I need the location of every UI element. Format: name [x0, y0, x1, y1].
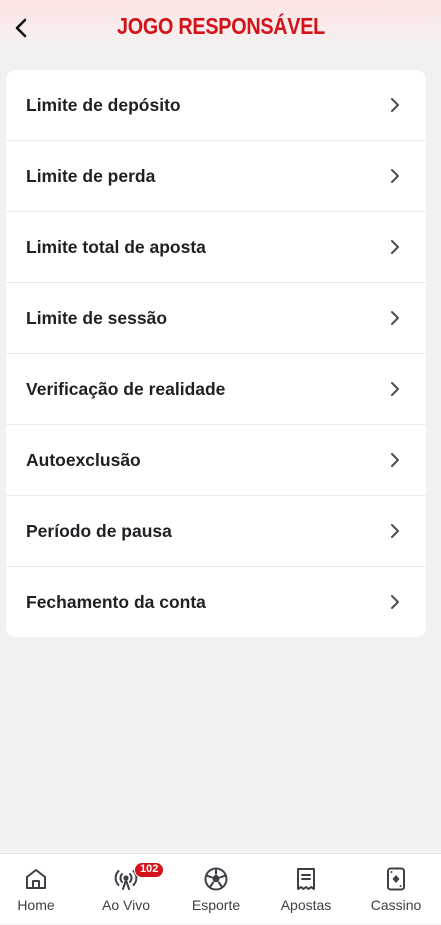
- menu-item-self-exclusion[interactable]: Autoexclusão: [6, 425, 426, 496]
- tab-label: Apostas: [280, 897, 332, 913]
- menu-item-deposit-limit[interactable]: Limite de depósito: [6, 70, 426, 141]
- tab-home[interactable]: Home: [0, 854, 80, 925]
- chevron-right-icon: [391, 382, 399, 396]
- tab-casino[interactable]: Cassino: [352, 854, 440, 925]
- menu-item-label: Limite de sessão: [26, 307, 168, 328]
- chevron-right-icon: [391, 98, 399, 112]
- tab-label: Home: [17, 897, 55, 913]
- tab-label: Ao Vivo: [102, 897, 150, 913]
- menu-item-session-limit[interactable]: Limite de sessão: [6, 283, 426, 354]
- chevron-right-icon: [391, 595, 399, 609]
- page-title: JOGO RESPONSÁVEL: [117, 13, 326, 39]
- live-count-badge: 102: [134, 862, 165, 878]
- menu-item-account-closure[interactable]: Fechamento da conta: [6, 567, 426, 637]
- tab-bets[interactable]: Apostas: [262, 854, 350, 925]
- menu-item-label: Limite de depósito: [26, 94, 181, 115]
- bet-slip-icon: [297, 868, 315, 890]
- chevron-right-icon: [391, 524, 399, 538]
- menu-item-label: Autoexclusão: [26, 449, 141, 470]
- menu-item-label: Limite de perda: [26, 165, 156, 186]
- menu-item-label: Fechamento da conta: [26, 591, 206, 612]
- chevron-left-icon: [15, 18, 27, 38]
- menu-item-label: Limite total de aposta: [26, 236, 206, 257]
- menu-item-label: Período de pausa: [26, 520, 172, 541]
- menu-item-reality-check[interactable]: Verificação de realidade: [6, 354, 426, 425]
- bottom-tab-bar: Home 102 Ao Vivo Esporte Apostas Cassino: [0, 853, 441, 924]
- chevron-right-icon: [391, 453, 399, 467]
- tab-label: Esporte: [191, 897, 241, 913]
- tab-live[interactable]: 102 Ao Vivo: [82, 854, 170, 925]
- chevron-right-icon: [391, 240, 399, 254]
- chevron-right-icon: [391, 169, 399, 183]
- responsible-gaming-menu: Limite de depósito Limite de perda Limit…: [6, 70, 426, 637]
- menu-item-total-bet-limit[interactable]: Limite total de aposta: [6, 212, 426, 283]
- menu-item-pause-period[interactable]: Período de pausa: [6, 496, 426, 567]
- menu-item-label: Verificação de realidade: [26, 378, 226, 399]
- header: JOGO RESPONSÁVEL: [0, 0, 441, 60]
- playing-card-icon: [387, 867, 405, 891]
- home-icon: [26, 869, 46, 889]
- menu-item-loss-limit[interactable]: Limite de perda: [6, 141, 426, 212]
- tab-label: Cassino: [370, 897, 422, 913]
- soccer-ball-icon: [204, 867, 228, 891]
- tab-sports[interactable]: Esporte: [172, 854, 260, 925]
- chevron-right-icon: [391, 311, 399, 325]
- back-button[interactable]: [8, 14, 34, 42]
